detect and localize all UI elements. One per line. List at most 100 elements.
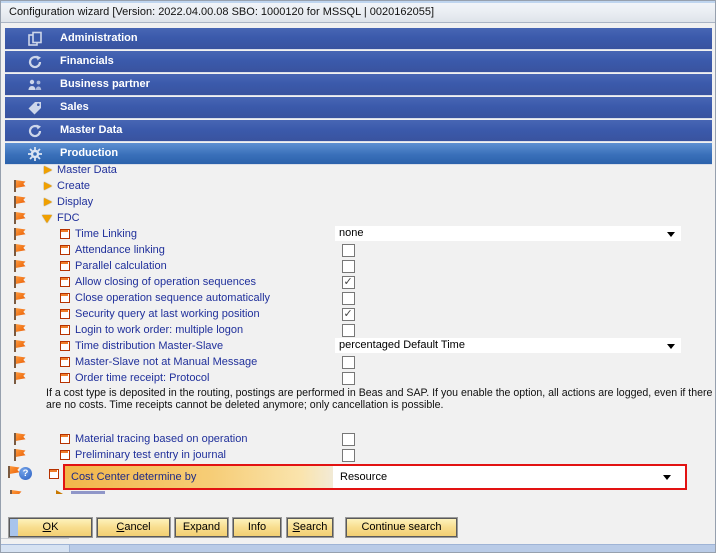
flag-icon [13,244,26,256]
configuration-wizard-window: Configuration wizard [Version: 2022.04.0… [0,0,716,553]
setting-icon [60,341,70,351]
tree-node-label[interactable]: FDC [57,210,80,226]
setting-icon [60,309,70,319]
setting-icon [60,373,70,383]
setting-icon [60,357,70,367]
tag-icon [27,100,43,116]
setting-row-allow-closing: Allow closing of operation sequences [5,274,711,290]
setting-label[interactable]: Order time receipt: Protocol [75,370,210,386]
chevron-right-icon[interactable] [44,182,52,190]
cost-center-label[interactable]: Cost Center determine by [65,466,333,488]
flag-icon [13,372,26,384]
chevron-right-icon[interactable] [44,166,52,174]
setting-row-material-tracing: Material tracing based on operation [5,431,711,447]
section-business-partner[interactable]: Business partner [5,74,712,96]
setting-row-parallel-calculation: Parallel calculation [5,258,711,274]
multiple-logon-checkbox[interactable] [342,324,355,337]
tree-node-label[interactable]: Create [57,178,90,194]
section-label: Financials [60,51,114,72]
master-slave-manual-checkbox[interactable] [342,356,355,369]
cancel-button[interactable]: Cancel [97,518,170,537]
setting-icon [60,450,70,460]
setting-row-preliminary-test: Preliminary test entry in journal [5,447,711,463]
setting-label[interactable]: Close operation sequence automatically [75,290,270,306]
setting-row-master-slave-manual: Master-Slave not at Manual Message [5,354,711,370]
flag-icon [13,276,26,288]
setting-label[interactable]: Material tracing based on operation [75,431,247,447]
setting-label[interactable]: Master-Slave not at Manual Message [75,354,257,370]
setting-icon [60,229,70,239]
section-master-data[interactable]: Master Data [5,120,712,142]
tree-node-label[interactable]: Display [57,194,93,210]
gear-icon [27,146,43,162]
section-label: Production [60,143,118,164]
tree-node-display: Display [5,194,711,210]
window-title: Configuration wizard [Version: 2022.04.0… [9,6,434,18]
info-button[interactable]: Info [233,518,281,537]
setting-row-close-sequence-auto: Close operation sequence automatically [5,290,711,306]
setting-row-attendance-linking: Attendance linking [5,242,711,258]
tree-node-label[interactable]: Master Data [57,162,117,178]
expand-button[interactable]: Expand [175,518,228,537]
setting-icon [49,469,59,479]
section-label: Administration [60,28,138,49]
clipped-label [71,491,105,494]
chevron-right-icon [56,490,63,494]
flag-icon [13,433,26,445]
setting-icon [60,293,70,303]
close-sequence-auto-checkbox[interactable] [342,292,355,305]
setting-row-order-time-protocol: Order time receipt: Protocol [5,370,711,386]
setting-label[interactable]: Parallel calculation [75,258,167,274]
material-tracing-checkbox[interactable] [342,433,355,446]
allow-closing-checkbox[interactable] [342,276,355,289]
setting-label[interactable]: Allow closing of operation sequences [75,274,256,290]
order-time-protocol-checkbox[interactable] [342,372,355,385]
cost-center-alert-row: Cost Center determine by Resource [63,464,687,490]
flag-icon [13,292,26,304]
setting-label[interactable]: Attendance linking [75,242,165,258]
cost-center-dropdown[interactable]: Resource [333,466,685,488]
chevron-down-icon[interactable] [42,215,52,223]
continue-search-button[interactable]: Continue search [346,518,457,537]
time-distribution-dropdown[interactable]: percentaged Default Time [335,338,681,353]
time-linking-dropdown[interactable]: none [335,226,681,241]
setting-row-multiple-logon: Login to work order: multiple logon [5,322,711,338]
flag-icon [13,196,26,208]
setting-icon [60,245,70,255]
flag-icon [13,228,26,240]
module-accordion: Administration Financials Business partn… [5,28,712,166]
flag-icon [13,308,26,320]
help-icon[interactable]: ? [19,467,32,480]
setting-icon [60,325,70,335]
setting-icon [60,277,70,287]
clipped-tree-row [5,489,405,494]
flag-icon [13,449,26,461]
setting-label[interactable]: Time distribution Master-Slave [75,338,223,354]
flag-icon [9,490,22,494]
attendance-linking-checkbox[interactable] [342,244,355,257]
setting-label[interactable]: Preliminary test entry in journal [75,447,226,463]
lower-settings: Material tracing based on operation Prel… [5,431,711,463]
preliminary-test-checkbox[interactable] [342,449,355,462]
chevron-right-icon[interactable] [44,198,52,206]
section-financials[interactable]: Financials [5,51,712,73]
section-label: Master Data [60,120,122,141]
security-query-checkbox[interactable] [342,308,355,321]
setting-label[interactable]: Login to work order: multiple logon [75,322,243,338]
setting-row-time-distribution: Time distribution Master-Slave percentag… [5,338,711,354]
flag-icon [13,324,26,336]
section-label: Sales [60,97,89,118]
flag-icon [13,340,26,352]
ok-button[interactable]: OK [9,518,92,537]
refresh-icon [27,123,43,139]
parallel-calculation-checkbox[interactable] [342,260,355,273]
setting-label[interactable]: Time Linking [75,226,137,242]
setting-row-security-query: Security query at last working position [5,306,711,322]
search-button[interactable]: Search [287,518,333,537]
section-administration[interactable]: Administration [5,28,712,50]
section-sales[interactable]: Sales [5,97,712,119]
setting-icon [60,434,70,444]
setting-label[interactable]: Security query at last working position [75,306,260,322]
tree-node-create: Create [5,178,711,194]
refresh-icon [27,54,43,70]
